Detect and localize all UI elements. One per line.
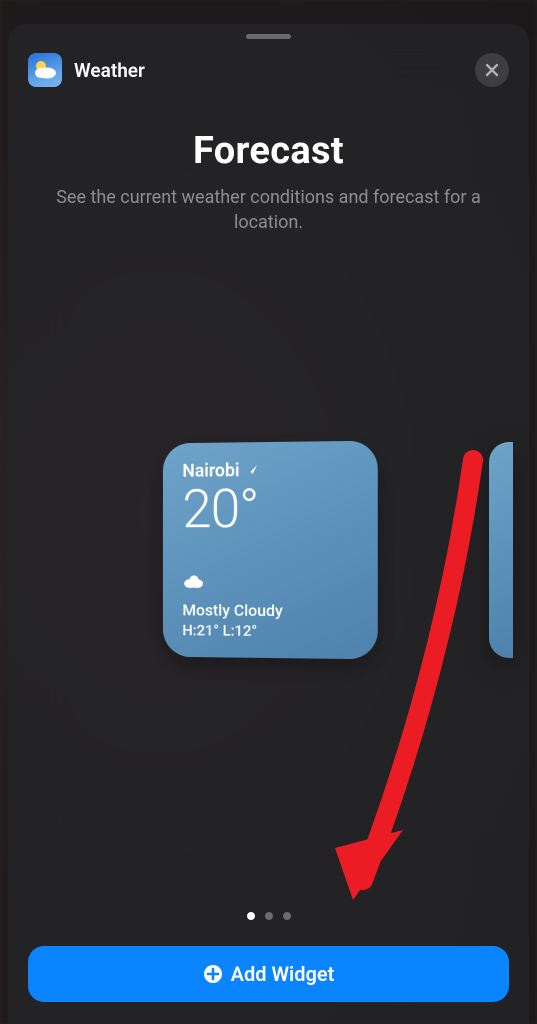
header: Weather — [8, 39, 529, 97]
widget-hilo-label: H:21° L:12° — [182, 621, 357, 641]
page-indicator[interactable] — [8, 912, 529, 920]
page-dot-3[interactable] — [283, 912, 291, 920]
app-name-label: Weather — [74, 59, 145, 82]
location-arrow-icon — [245, 464, 258, 477]
plus-circle-icon — [203, 964, 223, 984]
widget-temperature: 20° — [182, 482, 357, 537]
weather-widget-preview[interactable]: Nairobi 20° Mostly Cloudy H:21° L:12° — [162, 440, 377, 659]
close-icon — [485, 63, 499, 77]
page-title: Forecast — [193, 129, 344, 173]
add-widget-button[interactable]: Add Widget — [28, 946, 509, 1002]
widget-condition-label: Mostly Cloudy — [182, 600, 357, 620]
page-dot-2[interactable] — [265, 912, 273, 920]
next-widget-peek[interactable] — [489, 442, 513, 658]
page-dot-1[interactable] — [247, 912, 255, 920]
widget-carousel[interactable]: Nairobi 20° Mostly Cloudy H:21° L:12° — [32, 195, 505, 904]
content-area: Forecast See the current weather conditi… — [8, 97, 529, 904]
widget-picker-sheet: Weather Forecast See the current weather… — [8, 24, 529, 1024]
add-widget-label: Add Widget — [231, 962, 335, 986]
close-button[interactable] — [475, 53, 509, 87]
weather-app-icon — [28, 53, 62, 87]
cloud-icon — [182, 570, 357, 597]
